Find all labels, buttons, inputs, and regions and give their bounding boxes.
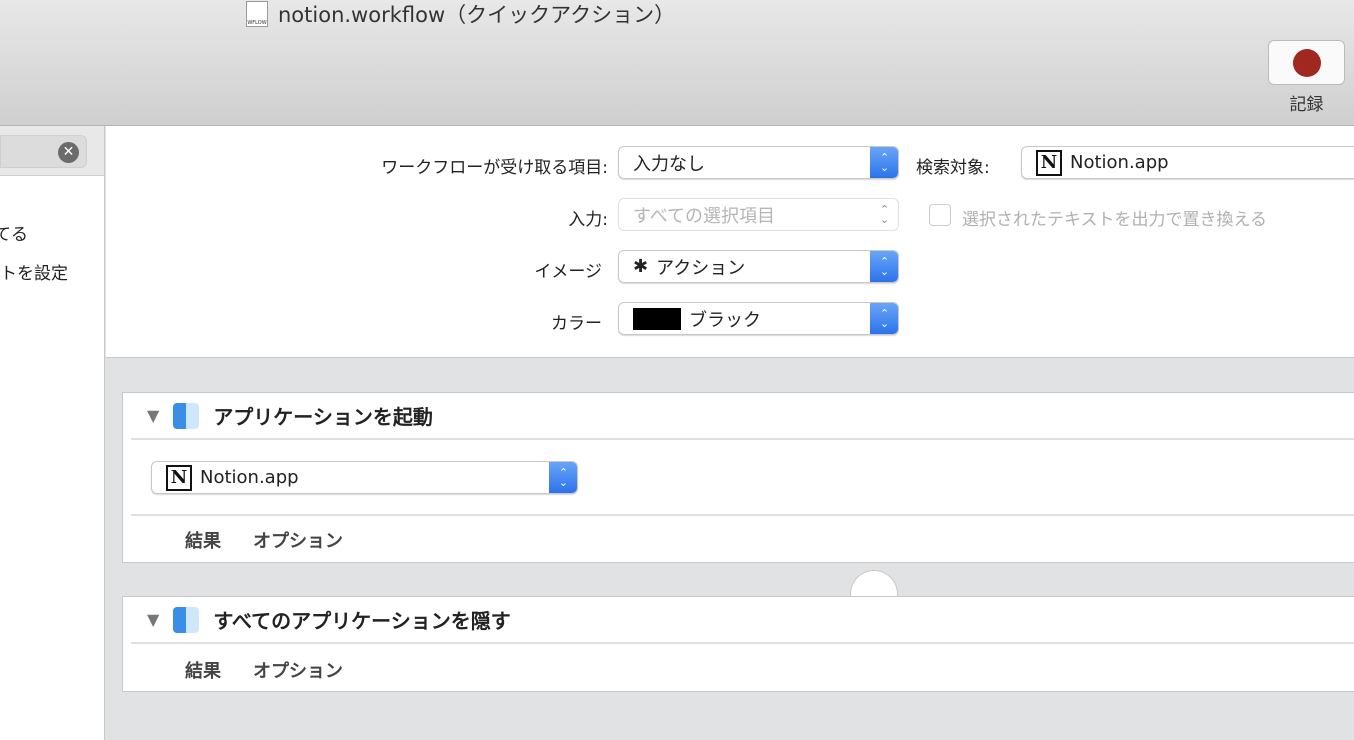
search-target-value: Notion.app [1070, 152, 1169, 173]
workflow-document-icon: WFLOW [246, 1, 268, 27]
input-select[interactable]: すべての選択項目 ⌃ ⌄ [618, 198, 899, 231]
action-tabs: 結果 オプション [123, 527, 343, 553]
receives-value: 入力なし [633, 153, 705, 175]
search-bar: ✕ [0, 126, 104, 176]
color-value: ブラック [689, 309, 761, 331]
chevron-updown-icon: ⌃ ⌄ [870, 303, 898, 334]
record-button[interactable] [1268, 40, 1345, 85]
color-select[interactable]: ブラック ⌃ ⌄ [618, 302, 899, 335]
receives-label: ワークフローが受け取る項目: [381, 158, 608, 178]
window-title: WFLOW notion.workflow（クイックアクション） [246, 0, 675, 28]
receives-select[interactable]: 入力なし ⌃ ⌄ [618, 146, 899, 179]
tab-results[interactable]: 結果 [185, 527, 221, 553]
chevron-updown-icon: ⌃ ⌄ [870, 251, 898, 282]
search-target-select[interactable]: N Notion.app [1021, 146, 1354, 179]
image-label: イメージ [534, 262, 602, 282]
finder-icon [173, 402, 200, 429]
toolbar: WFLOW notion.workflow（クイックアクション） 記録 [0, 0, 1354, 126]
color-swatch [633, 307, 681, 330]
divider [131, 514, 1354, 516]
notion-icon: N [166, 464, 192, 491]
gear-icon: ✱ [633, 256, 649, 277]
action-header: ▼ すべてのアプリケーションを隠す [131, 597, 1354, 644]
replace-text-checkbox[interactable] [929, 204, 951, 226]
tab-options[interactable]: オプション [253, 657, 343, 683]
action-tabs: 結果 オプション [123, 657, 343, 683]
image-value: アクション [656, 257, 746, 279]
image-select[interactable]: ✱ アクション ⌃ ⌄ [618, 250, 899, 283]
tab-results[interactable]: 結果 [185, 657, 221, 683]
search-input[interactable]: ✕ [0, 135, 87, 168]
disclosure-triangle-icon[interactable]: ▼ [147, 406, 159, 425]
record-label: 記録 [1289, 95, 1324, 115]
finder-icon [173, 606, 200, 633]
action-header: ▼ アプリケーションを起動 [131, 393, 1354, 440]
action-launch-application: ▼ アプリケーションを起動 N Notion.app ⌃ ⌄ 結果 オプション [122, 392, 1354, 563]
input-label: 入力: [568, 210, 608, 230]
disclosure-triangle-icon[interactable]: ▼ [147, 610, 159, 629]
sidebar-item[interactable]: てる [0, 220, 28, 245]
action-title: すべてのアプリケーションを隠す [213, 609, 511, 633]
chevron-updown-icon: ⌃ ⌄ [879, 202, 890, 226]
tab-options[interactable]: オプション [253, 527, 343, 553]
workflow-settings: ワークフローが受け取る項目: 入力なし ⌃ ⌄ 検索対象: N Notion.app … [106, 126, 1354, 358]
action-hide-all-applications: ▼ すべてのアプリケーションを隠す 結果 オプション [122, 596, 1354, 692]
application-select[interactable]: N Notion.app ⌃ ⌄ [151, 461, 578, 494]
chevron-updown-icon: ⌃ ⌄ [549, 462, 577, 493]
application-value: Notion.app [200, 467, 299, 488]
input-value: すべての選択項目 [633, 205, 776, 227]
chevron-updown-icon: ⌃ ⌄ [870, 147, 898, 178]
record-icon [1293, 49, 1321, 77]
replace-text-label: 選択されたテキストを出力で置き換える [962, 210, 1267, 230]
action-title: アプリケーションを起動 [213, 405, 433, 429]
notion-icon: N [1036, 149, 1062, 176]
window-title-text: notion.workflow（クイックアクション） [278, 3, 676, 27]
library-sidebar: ✕ てる トを設定 [0, 126, 105, 740]
clear-search-icon[interactable]: ✕ [58, 142, 79, 163]
color-label: カラー [551, 314, 602, 334]
search-target-label: 検索対象: [916, 158, 990, 178]
sidebar-item[interactable]: トを設定 [0, 259, 68, 284]
